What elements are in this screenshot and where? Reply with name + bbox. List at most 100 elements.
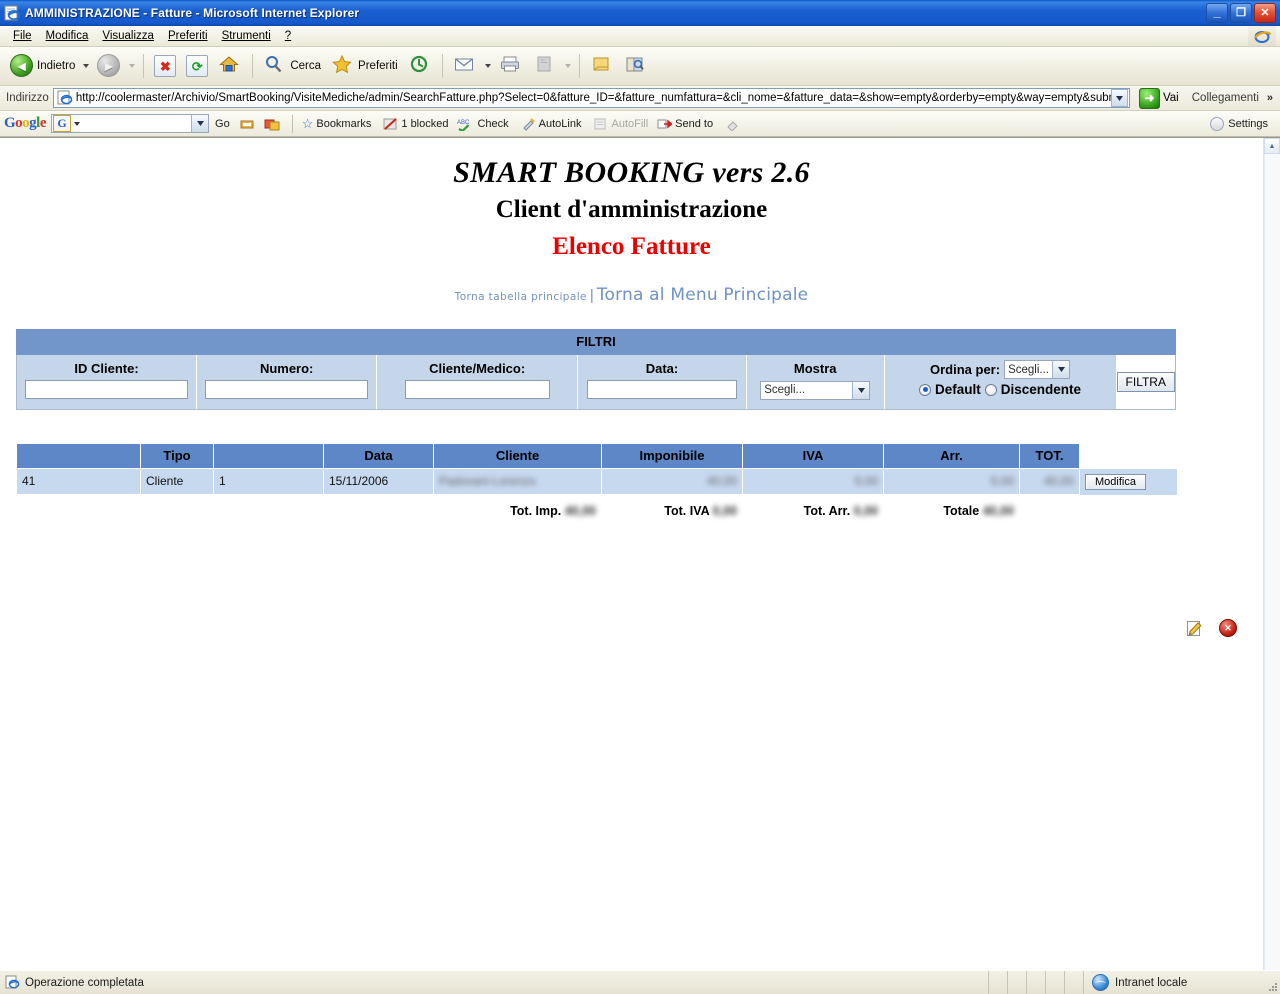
maximize-button[interactable]: ❐ [1230, 3, 1252, 23]
minimize-button[interactable]: _ [1206, 3, 1228, 23]
sendto-label: Send to [675, 117, 714, 130]
filter-data: Data: [578, 355, 747, 409]
address-input[interactable]: http://coolermaster/Archivio/SmartBookin… [52, 88, 1130, 108]
modifica-button[interactable]: Modifica [1085, 474, 1146, 490]
close-button[interactable]: ✕ [1254, 3, 1276, 23]
filter-id-cliente-input[interactable] [25, 380, 189, 399]
status-zone-label: Intranet locale [1115, 976, 1188, 989]
research-button[interactable] [620, 51, 652, 81]
menu-strumenti[interactable]: Strumenti [215, 28, 278, 44]
mail-button[interactable] [449, 51, 481, 81]
google-autolink-button[interactable]: AutoLink [518, 117, 588, 131]
google-settings-button[interactable]: Settings [1210, 116, 1276, 131]
filter-mostra-label: Mostra [793, 361, 837, 376]
bookmarks-label: Bookmarks [316, 117, 372, 130]
cell-arr: 0,00 [883, 467, 1020, 495]
google-search-dropdown-icon[interactable] [191, 115, 209, 132]
refresh-button[interactable]: ⟳ [182, 51, 212, 81]
back-button[interactable]: ◄ Indietro [6, 51, 79, 81]
home-button[interactable] [214, 51, 246, 81]
ie-brand-logo [1248, 26, 1276, 46]
page-title: Elenco Fatture [552, 233, 711, 260]
go-button[interactable]: ➜ Vai [1134, 87, 1184, 109]
google-go-label: Go [215, 117, 230, 130]
status-zone[interactable]: Intranet locale [1084, 971, 1262, 994]
total-imp-label: Tot. Imp. [510, 503, 562, 518]
status-segment-5 [1065, 971, 1084, 994]
blocked-icon [383, 117, 398, 130]
home-icon [218, 54, 242, 78]
col-actions [1079, 442, 1177, 469]
edit-button [529, 51, 561, 81]
cell-numero: 1 [213, 467, 324, 495]
title-bar: AMMINISTRAZIONE - Fatture - Microsoft In… [0, 0, 1280, 26]
filter-ordina-select[interactable]: Scegli... [1004, 360, 1071, 379]
google-eraser-button[interactable] [722, 117, 743, 131]
refresh-icon: ⟳ [186, 55, 209, 77]
history-button[interactable] [404, 51, 436, 81]
forward-button[interactable]: ► [93, 51, 125, 81]
google-check-button[interactable]: ABC Check [454, 117, 514, 131]
note-icon [590, 54, 614, 78]
menu-visualizza[interactable]: Visualizza [95, 28, 161, 44]
menu-file[interactable]: File [6, 28, 39, 44]
link-torna-menu[interactable]: Torna al Menu Principale [597, 285, 809, 305]
links-overflow-icon[interactable]: » [1267, 92, 1277, 104]
col-id [16, 442, 141, 469]
filter-numero-input[interactable] [205, 380, 369, 399]
link-torna-tabella[interactable]: Torna tabella principale [455, 291, 587, 303]
toolbar-separator-3 [441, 54, 443, 78]
settings-gear-icon [1210, 116, 1225, 131]
back-arrow-icon: ◄ [10, 54, 34, 78]
filter-cliente-medico: Cliente/Medico: [377, 355, 579, 409]
google-popup-blocker-button[interactable] [261, 117, 286, 131]
google-badge-icon: G [53, 115, 72, 132]
total-iva-label: Tot. IVA [664, 503, 710, 518]
menu-file-label: File [13, 30, 32, 42]
google-sendto-button[interactable]: Send to [654, 117, 719, 131]
col-tipo: Tipo [140, 442, 214, 469]
stop-button[interactable]: ✖ [150, 51, 180, 81]
google-search-input[interactable]: G [51, 114, 210, 133]
delete-icon[interactable] [1219, 619, 1237, 637]
links-label[interactable]: Collegamenti [1188, 92, 1263, 104]
address-dropdown-icon[interactable] [1110, 89, 1128, 107]
spellcheck-icon: ABC [457, 120, 470, 131]
mail-dropdown-icon[interactable] [484, 64, 491, 68]
discuss-button[interactable] [586, 51, 618, 81]
google-highlight-button[interactable] [236, 117, 258, 131]
back-dropdown-icon[interactable] [83, 64, 90, 68]
col-data: Data [323, 442, 434, 469]
favorites-button[interactable]: Preferiti [327, 51, 402, 81]
google-bookmarks-button[interactable]: ☆ Bookmarks [299, 117, 378, 130]
radio-discendente[interactable] [984, 383, 997, 396]
google-blocked-counter[interactable]: 1 blocked [380, 117, 451, 131]
google-badge-caret-icon[interactable] [74, 121, 81, 126]
star-icon [331, 54, 355, 78]
filtra-button[interactable]: FILTRA [1116, 371, 1175, 392]
menu-preferiti-label: Preferiti [167, 30, 208, 42]
filter-data-input[interactable] [586, 380, 737, 399]
scroll-track[interactable] [1264, 154, 1280, 970]
menu-modifica[interactable]: Modifica [39, 28, 96, 44]
page-navigation-links: Torna tabella principale | Torna al Menu P… [0, 285, 1263, 305]
minimize-glyph: _ [1213, 4, 1221, 19]
pencil-icon[interactable] [1186, 620, 1203, 637]
filter-ordina: Ordina per: Scegli... Default Discendent… [884, 355, 1117, 409]
google-go-button[interactable]: Go [212, 118, 233, 130]
search-button[interactable]: Cerca [259, 51, 325, 81]
vertical-scrollbar[interactable]: ▲ [1263, 138, 1280, 970]
menu-visualizza-label: Visualizza [102, 30, 154, 42]
cell-tipo: Cliente [140, 467, 214, 495]
scroll-up-button[interactable]: ▲ [1264, 138, 1280, 154]
browser-window: AMMINISTRAZIONE - Fatture - Microsoft In… [0, 0, 1280, 994]
resize-grip[interactable] [1262, 971, 1280, 994]
radio-default[interactable] [919, 383, 932, 396]
menu-strumenti-label: Strumenti [221, 30, 271, 42]
filter-mostra-select[interactable]: Scegli... [760, 380, 871, 400]
total-imp: Tot. Imp. 40,00 [433, 503, 601, 519]
menu-preferiti[interactable]: Preferiti [161, 28, 215, 44]
print-button[interactable] [495, 51, 527, 81]
menu-help[interactable]: ? [278, 28, 298, 44]
filter-cliente-medico-input[interactable] [404, 380, 550, 399]
